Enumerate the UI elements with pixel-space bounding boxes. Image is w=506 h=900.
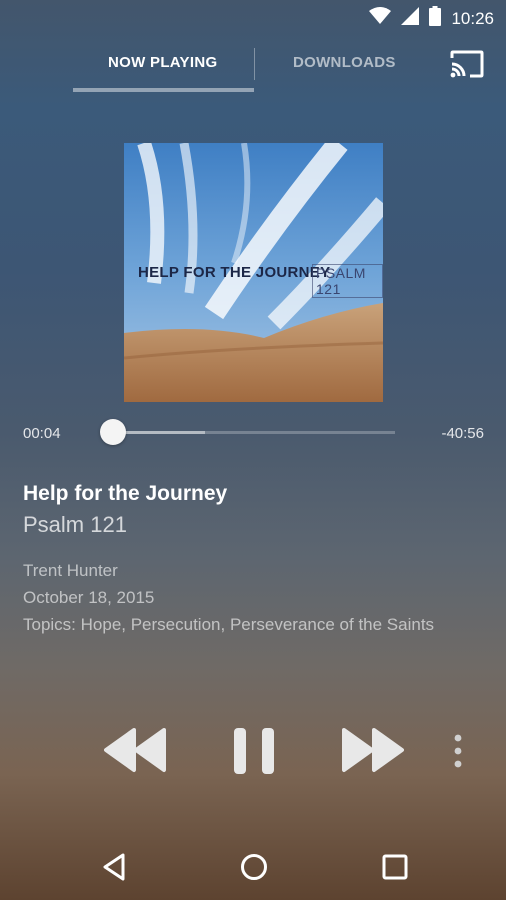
artwork-subtitle: PSALM 121	[312, 264, 383, 298]
sermon-scripture: Psalm 121	[23, 512, 127, 537]
battery-icon	[429, 6, 442, 31]
tab-divider	[254, 48, 255, 80]
elapsed-time: 00:04	[23, 425, 61, 442]
album-artwork: HELP FOR THE JOURNEY PSALM 121	[124, 143, 383, 402]
sermon-title: Help for the Journey	[23, 482, 228, 505]
status-clock: 10:26	[451, 8, 494, 28]
seek-track[interactable]	[112, 431, 395, 434]
tab-bar: NOW PLAYING DOWNLOADS	[0, 44, 506, 94]
sermon-date: October 18, 2015	[23, 588, 155, 607]
seek-thumb[interactable]	[100, 419, 126, 445]
pause-icon[interactable]	[232, 726, 276, 781]
tab-downloads[interactable]: DOWNLOADS	[293, 54, 396, 71]
sermon-topics: Topics: Hope, Persecution, Perseverance …	[23, 615, 435, 634]
artwork-title: HELP FOR THE JOURNEY	[138, 264, 331, 281]
system-nav-bar	[0, 836, 506, 900]
wifi-icon	[369, 7, 392, 30]
signal-icon	[401, 7, 420, 30]
status-bar: 10:26	[0, 0, 506, 36]
rewind-icon[interactable]	[104, 726, 168, 779]
home-icon[interactable]	[239, 852, 269, 887]
fast-forward-icon[interactable]	[340, 726, 404, 779]
back-icon[interactable]	[101, 852, 127, 887]
playback-controls	[0, 726, 506, 776]
recents-icon[interactable]	[381, 852, 409, 887]
tab-indicator	[73, 88, 254, 92]
cast-icon[interactable]	[450, 50, 484, 83]
sermon-speaker: Trent Hunter	[23, 561, 118, 580]
more-vert-icon[interactable]	[452, 734, 464, 773]
tab-now-playing[interactable]: NOW PLAYING	[108, 54, 217, 71]
remaining-time: -40:56	[441, 425, 484, 442]
